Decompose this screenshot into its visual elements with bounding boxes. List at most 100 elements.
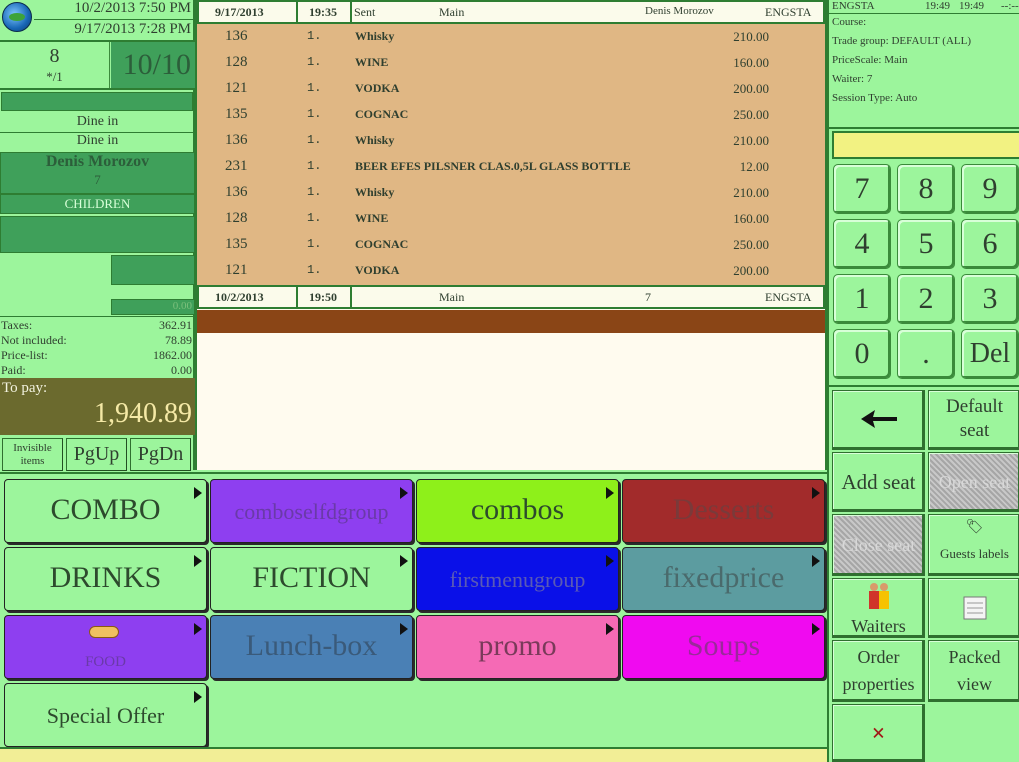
keypad-key-8[interactable]: 8	[897, 164, 955, 214]
order-header-new[interactable]: 10/2/2013 19:50 Main 7 ENGSTA	[197, 285, 825, 309]
add-seat-button[interactable]: Add seat	[832, 452, 925, 512]
selected-new-course-bar[interactable]	[197, 310, 825, 333]
keypad-key-3[interactable]: 3	[961, 274, 1019, 324]
submenu-arrow-icon	[194, 555, 202, 567]
submenu-arrow-icon	[194, 691, 202, 703]
order-item-row[interactable]: 121 1. VODKA 200.00	[197, 258, 825, 284]
category-label: FICTION	[252, 561, 371, 594]
category-soups[interactable]: Soups	[622, 615, 825, 679]
order-item-row[interactable]: 136 1. Whisky 210.00	[197, 24, 825, 50]
keypad-key-9[interactable]: 9	[961, 164, 1019, 214]
order-open-datetime: 9/17/2013 7:28 PM	[74, 21, 191, 37]
category-label: fixedprice	[662, 561, 785, 594]
sent-items-list: 136 1. Whisky 210.00 128 1. WINE 160.00 121 1. V…	[197, 24, 825, 285]
keypad-key-2[interactable]: 2	[897, 274, 955, 324]
keypad-key-1[interactable]: 1	[833, 274, 891, 324]
current-datetime: 10/2/2013 7:50 PM	[74, 0, 191, 16]
order-type-2: Dine in	[76, 133, 119, 148]
order-item-row[interactable]: 128 1. WINE 160.00	[197, 206, 825, 232]
waiters-button[interactable]: Waiters	[832, 578, 925, 638]
category-label: COMBO	[50, 493, 161, 526]
session-type-info: Session Type: Auto	[832, 92, 918, 104]
order-item-row[interactable]: 136 1. Whisky 210.00	[197, 180, 825, 206]
category-drinks[interactable]: DRINKS	[4, 547, 207, 611]
packed-view-button[interactable]: Packed view	[928, 640, 1019, 702]
guests-count: 10/10	[122, 48, 191, 81]
submenu-arrow-icon	[606, 487, 614, 499]
order-items-panel: 9/17/2013 19:35 Sent Main Denis Morozov …	[195, 0, 827, 470]
to-pay-box: To pay: 1,940.89	[0, 378, 195, 435]
app-logo-globe-icon	[2, 2, 32, 32]
summary-row: Not included: 78.89	[1, 333, 192, 347]
order-item-row[interactable]: 135 1. COGNAC 250.00	[197, 232, 825, 258]
category-label: Special Offer	[46, 703, 165, 728]
guests-labels-label: Guests labels	[940, 546, 1009, 561]
numeric-entry-field[interactable]	[832, 131, 1019, 159]
order-item-row[interactable]: 128 1. WINE 160.00	[197, 50, 825, 76]
category-combos[interactable]: combos	[416, 479, 619, 543]
category-combo[interactable]: COMBO	[4, 479, 207, 543]
waiter-number: 7	[94, 172, 101, 187]
close-seat-button[interactable]: Close seat	[832, 514, 925, 576]
keypad-key-4[interactable]: 4	[833, 219, 891, 269]
open-seat-button[interactable]: Open seat	[928, 452, 1019, 512]
category-firstmenugroup[interactable]: firstmenugroup	[416, 547, 619, 611]
order-item-row[interactable]: 135 1. COGNAC 250.00	[197, 102, 825, 128]
order-header-sent[interactable]: 9/17/2013 19:35 Sent Main Denis Morozov …	[197, 0, 825, 24]
notes-button[interactable]	[928, 578, 1019, 638]
seat-number: 8	[49, 45, 60, 67]
small-value: 0.00	[111, 299, 195, 315]
back-arrow-button[interactable]	[832, 390, 925, 450]
category-label: comboselfdgroup	[234, 499, 389, 524]
category-fiction[interactable]: FICTION	[210, 547, 413, 611]
guests-labels-button[interactable]: 🏷 Guests labels	[928, 514, 1019, 576]
labels-icon: 🏷	[965, 520, 984, 535]
order-properties-button[interactable]: Order properties	[832, 640, 925, 702]
category-label: FOOD	[85, 654, 126, 670]
waiters-label: Waiters	[851, 616, 906, 636]
category-fixedprice[interactable]: fixedprice	[622, 547, 825, 611]
category-food[interactable]: FOOD	[4, 615, 207, 679]
keypad-key-7[interactable]: 7	[833, 164, 891, 214]
waiter-name: Denis Morozov	[45, 153, 150, 170]
page-up-button[interactable]: PgUp	[66, 438, 127, 471]
default-seat-button[interactable]: Default seat	[928, 390, 1019, 450]
invisible-items-button[interactable]: Invisible items	[2, 438, 63, 471]
keypad-key-6[interactable]: 6	[961, 219, 1019, 269]
category-special-offer[interactable]: Special Offer	[4, 683, 207, 747]
keypad-key-del[interactable]: Del	[961, 329, 1019, 379]
order-item-row[interactable]: 231 1. BEER EFES PILSNER CLAS.0,5L GLASS B…	[197, 154, 825, 180]
page-down-button[interactable]: PgDn	[130, 438, 191, 471]
submenu-arrow-icon	[400, 487, 408, 499]
category-label: firstmenugroup	[449, 567, 586, 592]
station-name: ENGSTA	[832, 0, 875, 12]
submenu-arrow-icon	[606, 555, 614, 567]
keypad-key-dot[interactable]: .	[897, 329, 955, 379]
seat-selector[interactable]: 8 */1	[0, 42, 110, 88]
category-comboselfdgroup[interactable]: comboselfdgroup	[210, 479, 413, 543]
menu-categories-grid: COMBO comboselfdgroup combos Desserts DRINKS…	[0, 472, 827, 747]
waiters-icon	[868, 583, 889, 609]
order-type-1: Dine in	[76, 114, 119, 129]
drumstick-icon	[89, 626, 119, 638]
keypad-key-0[interactable]: 0	[833, 329, 891, 379]
category-desserts[interactable]: Desserts	[622, 479, 825, 543]
category-label: Soups	[686, 629, 761, 662]
clock-1: 19:49	[925, 0, 951, 12]
guests-count-box[interactable]: 10/10	[111, 42, 195, 88]
table-bar[interactable]	[1, 92, 193, 111]
guest-category: CHILDREN	[64, 196, 131, 211]
category-label: Lunch-box	[245, 629, 378, 662]
price-scale-info: PriceScale: Main	[832, 54, 908, 66]
submenu-arrow-icon	[400, 623, 408, 635]
keypad-key-5[interactable]: 5	[897, 219, 955, 269]
submenu-arrow-icon	[606, 623, 614, 635]
cancel-x-button[interactable]: ×	[832, 704, 925, 762]
order-item-row[interactable]: 136 1. Whisky 210.00	[197, 128, 825, 154]
submenu-arrow-icon	[812, 555, 820, 567]
waiter-info: Waiter: 7	[832, 73, 873, 85]
discount-box[interactable]	[111, 255, 195, 285]
category-lunch-box[interactable]: Lunch-box	[210, 615, 413, 679]
order-item-row[interactable]: 121 1. VODKA 200.00	[197, 76, 825, 102]
category-promo[interactable]: promo	[416, 615, 619, 679]
